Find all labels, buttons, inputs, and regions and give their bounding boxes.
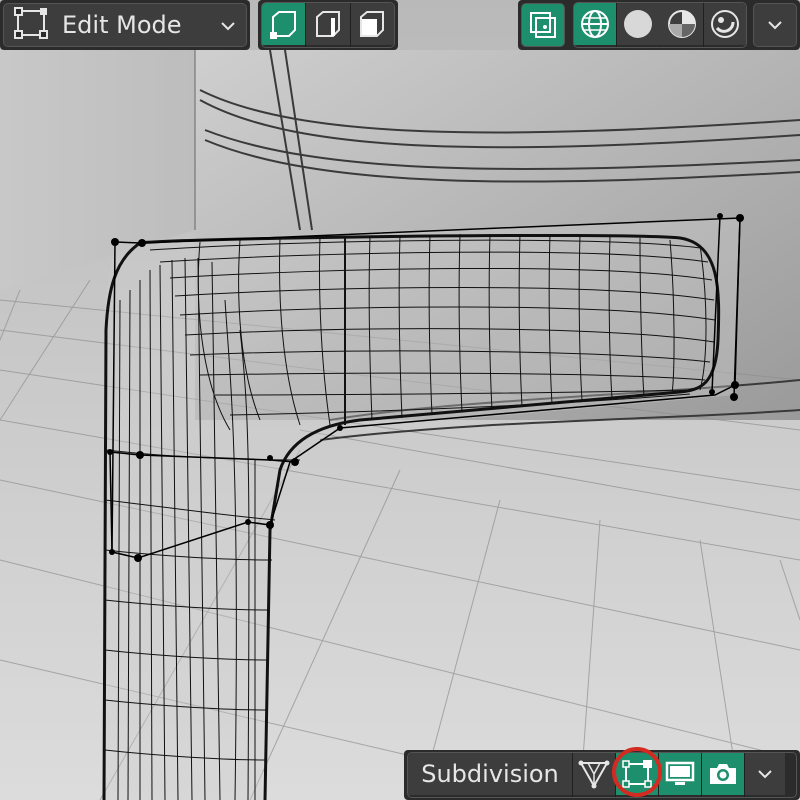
on-cage-icon: [578, 760, 610, 789]
realtime-display-icon: [665, 761, 695, 785]
select-mode-group: [261, 2, 395, 48]
material-preview-button[interactable]: [660, 3, 703, 45]
solid-shading-button[interactable]: [617, 3, 660, 45]
on-cage-button[interactable]: [573, 753, 615, 795]
modifier-toggle-group: Subdivision: [407, 752, 797, 798]
rendered-shading-icon: [711, 10, 740, 38]
face-select-icon: [360, 11, 385, 37]
wireframe-shading-button[interactable]: [573, 3, 617, 45]
edit-mode-display-icon: [622, 760, 652, 788]
chevron-down-icon: [758, 770, 772, 779]
mode-label: Edit Mode: [62, 11, 182, 39]
modifier-header: Subdivision: [404, 750, 800, 800]
overlays-button[interactable]: [521, 3, 565, 47]
edit-mode-icon: [14, 6, 48, 44]
vertex-select-button[interactable]: [262, 3, 306, 45]
render-display-icon: [710, 764, 736, 784]
face-select-button[interactable]: [350, 3, 394, 45]
mode-header: Edit Mode: [0, 0, 250, 50]
modifier-name: Subdivision: [408, 753, 572, 795]
select-mode-header: [258, 0, 398, 50]
render-display-button[interactable]: [702, 753, 744, 795]
edit-mode-display-button[interactable]: [616, 753, 658, 795]
shading-header: [518, 0, 800, 50]
wireframe-shading-icon: [580, 10, 609, 38]
realtime-display-button[interactable]: [659, 753, 701, 795]
overlays-icon: [529, 12, 556, 38]
edge-select-button[interactable]: [306, 3, 350, 45]
shading-mode-group: [572, 2, 748, 48]
3d-viewport[interactable]: [0, 0, 800, 800]
chevron-down-icon: [768, 21, 782, 30]
chevron-down-icon: [220, 16, 236, 35]
edge-select-icon: [316, 11, 340, 37]
modifier-options-dropdown[interactable]: [745, 753, 785, 795]
rendered-shading-button[interactable]: [703, 3, 747, 45]
material-preview-icon: [667, 10, 696, 38]
mode-dropdown[interactable]: Edit Mode: [3, 3, 247, 47]
shading-options-dropdown[interactable]: [753, 3, 797, 47]
solid-shading-icon: [624, 10, 653, 38]
vertex-select-icon: [269, 11, 296, 39]
